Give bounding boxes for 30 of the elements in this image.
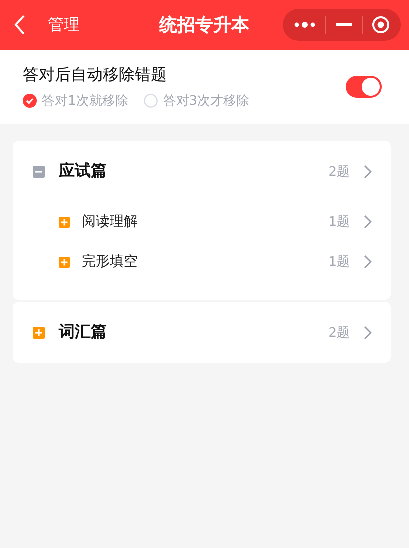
close-icon[interactable] bbox=[372, 16, 390, 34]
section-row[interactable]: 应试篇 2题 bbox=[13, 141, 391, 202]
page-title: 统招专升本 bbox=[160, 14, 250, 37]
chevron-icon bbox=[364, 215, 372, 229]
subsection-row[interactable]: 阅读理解 1题 bbox=[13, 202, 391, 242]
back-icon[interactable] bbox=[14, 15, 26, 35]
subsection-title: 阅读理解 bbox=[82, 213, 138, 231]
setting-label: 答对后自动移除错题 bbox=[23, 64, 168, 86]
question-count: 1题 bbox=[328, 214, 350, 231]
chevron-icon bbox=[364, 326, 372, 340]
radio-button[interactable] bbox=[144, 94, 158, 108]
expand-icon[interactable] bbox=[59, 216, 70, 228]
chevron-icon bbox=[364, 255, 372, 269]
collapse-icon[interactable] bbox=[33, 166, 45, 178]
radio-button[interactable] bbox=[23, 94, 37, 108]
section-row[interactable]: 词汇篇 2题 bbox=[13, 302, 391, 363]
back-label[interactable]: 管理 bbox=[48, 14, 80, 36]
subsection-row[interactable]: 完形填空 1题 bbox=[13, 242, 391, 282]
more-icon[interactable] bbox=[294, 21, 316, 29]
toggle-switch[interactable] bbox=[346, 76, 382, 98]
minimize-icon[interactable] bbox=[336, 23, 352, 27]
expand-icon[interactable] bbox=[33, 326, 45, 338]
question-count: 1题 bbox=[328, 254, 350, 271]
subsection-title: 完形填空 bbox=[82, 253, 138, 271]
question-count: 2题 bbox=[328, 324, 350, 342]
section-title: 词汇篇 bbox=[59, 322, 107, 343]
expand-icon[interactable] bbox=[59, 256, 70, 268]
question-count: 2题 bbox=[328, 164, 350, 180]
section-title: 应试篇 bbox=[59, 161, 107, 182]
chevron-icon bbox=[364, 164, 372, 178]
